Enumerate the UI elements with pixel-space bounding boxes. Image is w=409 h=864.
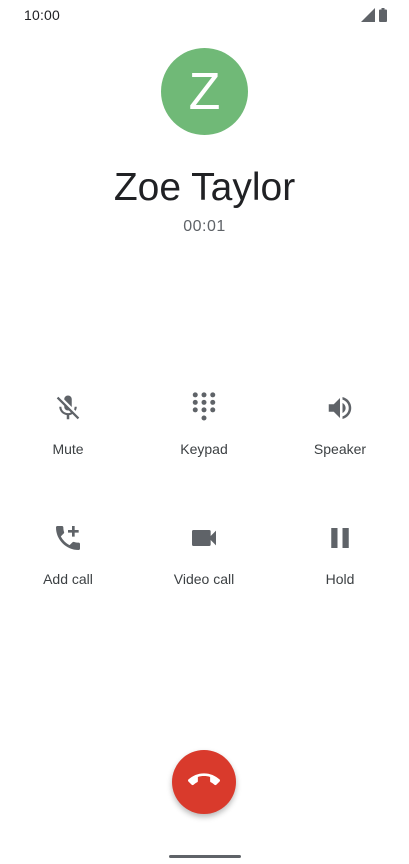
contact-name: Zoe Taylor (113, 166, 296, 209)
keypad-label: Keypad (180, 441, 228, 457)
add-call-icon (51, 521, 85, 555)
status-time: 10:00 (24, 7, 61, 23)
battery-icon (379, 8, 387, 27)
dialpad-icon (187, 391, 221, 425)
video-call-label: Video call (173, 571, 235, 587)
end-call-button[interactable] (172, 750, 236, 814)
signal-icon (361, 8, 375, 27)
add-call-label: Add call (43, 571, 93, 587)
videocam-icon (187, 521, 221, 555)
keypad-button[interactable]: Keypad (136, 391, 272, 491)
status-bar: 10:00 (0, 0, 409, 30)
call-timer: 00:01 (183, 218, 226, 235)
speaker-label: Speaker (313, 441, 367, 457)
video-call-button[interactable]: Video call (136, 521, 272, 621)
add-call-button[interactable]: Add call (0, 521, 136, 621)
contact-avatar: Z (161, 48, 248, 135)
volume-icon (323, 391, 357, 425)
call-end-icon (188, 764, 220, 801)
hold-button[interactable]: Hold (272, 521, 408, 621)
avatar-letter: Z (188, 62, 221, 121)
mute-button[interactable]: Mute (0, 391, 136, 491)
hold-label: Hold (325, 571, 355, 587)
mic-off-icon (51, 391, 85, 425)
navigation-handle[interactable] (169, 855, 241, 858)
status-icons (361, 8, 387, 27)
pause-icon (323, 521, 357, 555)
speaker-button[interactable]: Speaker (272, 391, 408, 491)
mute-label: Mute (52, 441, 84, 457)
